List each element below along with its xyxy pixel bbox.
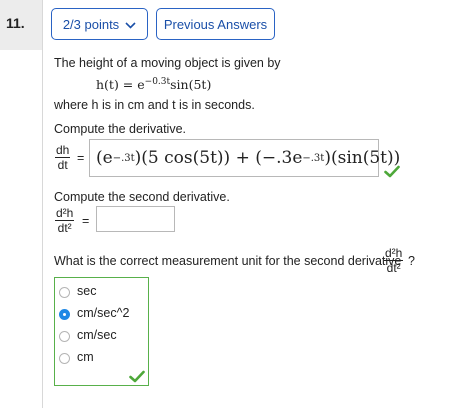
checkmark-icon	[129, 370, 145, 388]
radio-sec[interactable]	[59, 287, 70, 298]
side-divider	[42, 50, 43, 408]
question-mark: ?	[408, 254, 415, 268]
answer-exponent-a: −.3t	[112, 152, 135, 164]
dh-dt-fraction: dh dt	[55, 143, 71, 172]
function-exponent: −0.3t	[144, 77, 171, 87]
radio-cm-sec[interactable]	[59, 331, 70, 342]
answer-exponent-b: −.3t	[302, 152, 325, 164]
answer-part-b: )(5 cos(5t)) + (−.3e	[134, 148, 303, 168]
checkmark-icon	[384, 165, 400, 183]
radio-cm[interactable]	[59, 353, 70, 364]
function-definition: h(t) = e−0.3tsin(5t)	[96, 77, 211, 92]
d2h-inline-denominator: dt²	[386, 261, 401, 275]
dh-numerator: dh	[55, 143, 71, 158]
choice-label-cm-sec2: cm/sec^2	[77, 306, 130, 320]
problem-intro: The height of a moving object is given b…	[54, 56, 281, 70]
part2-prompt: Compute the second derivative.	[54, 190, 230, 204]
equals-sign-2: =	[82, 214, 90, 228]
answer-part-a: (e	[96, 148, 113, 168]
unit-choices-box: sec cm/sec^2 cm/sec cm	[54, 277, 149, 386]
second-derivative-input[interactable]	[96, 206, 175, 232]
equals-sign: =	[77, 151, 85, 165]
points-dropdown-button[interactable]: 2/3 points	[51, 8, 148, 40]
function-lhs: h(t) = e	[96, 77, 145, 93]
previous-answers-button[interactable]: Previous Answers	[156, 8, 275, 40]
d2h-denominator: dt²	[57, 221, 72, 235]
choice-label-cm: cm	[77, 350, 94, 364]
part3-prompt: What is the correct measurement unit for…	[54, 254, 402, 268]
function-rhs: sin(5t)	[170, 77, 212, 93]
question-number-box: 11.	[0, 0, 43, 50]
choice-label-cm-sec: cm/sec	[77, 328, 117, 342]
d2h-dt2-fraction: d²h dt²	[55, 206, 75, 235]
units-description: where h is in cm and t is in seconds.	[54, 98, 255, 112]
previous-answers-label: Previous Answers	[163, 16, 268, 32]
part1-prompt: Compute the derivative.	[54, 122, 187, 136]
chevron-down-icon	[125, 17, 136, 32]
d2h-dt2-fraction-inline: d²h dt²	[384, 246, 404, 275]
derivative-answer-field[interactable]: (e −.3t)(5 cos(5t)) + (−.3e −.3t)(sin(5t))	[89, 139, 400, 177]
points-label: 2/3 points	[62, 16, 120, 32]
radio-cm-sec2[interactable]	[59, 309, 70, 320]
question-number: 11.	[6, 15, 25, 31]
choice-label-sec: sec	[77, 284, 97, 298]
d2h-numerator: d²h	[55, 206, 75, 221]
d2h-inline-numerator: d²h	[384, 246, 404, 261]
dh-denominator: dt	[57, 158, 68, 172]
